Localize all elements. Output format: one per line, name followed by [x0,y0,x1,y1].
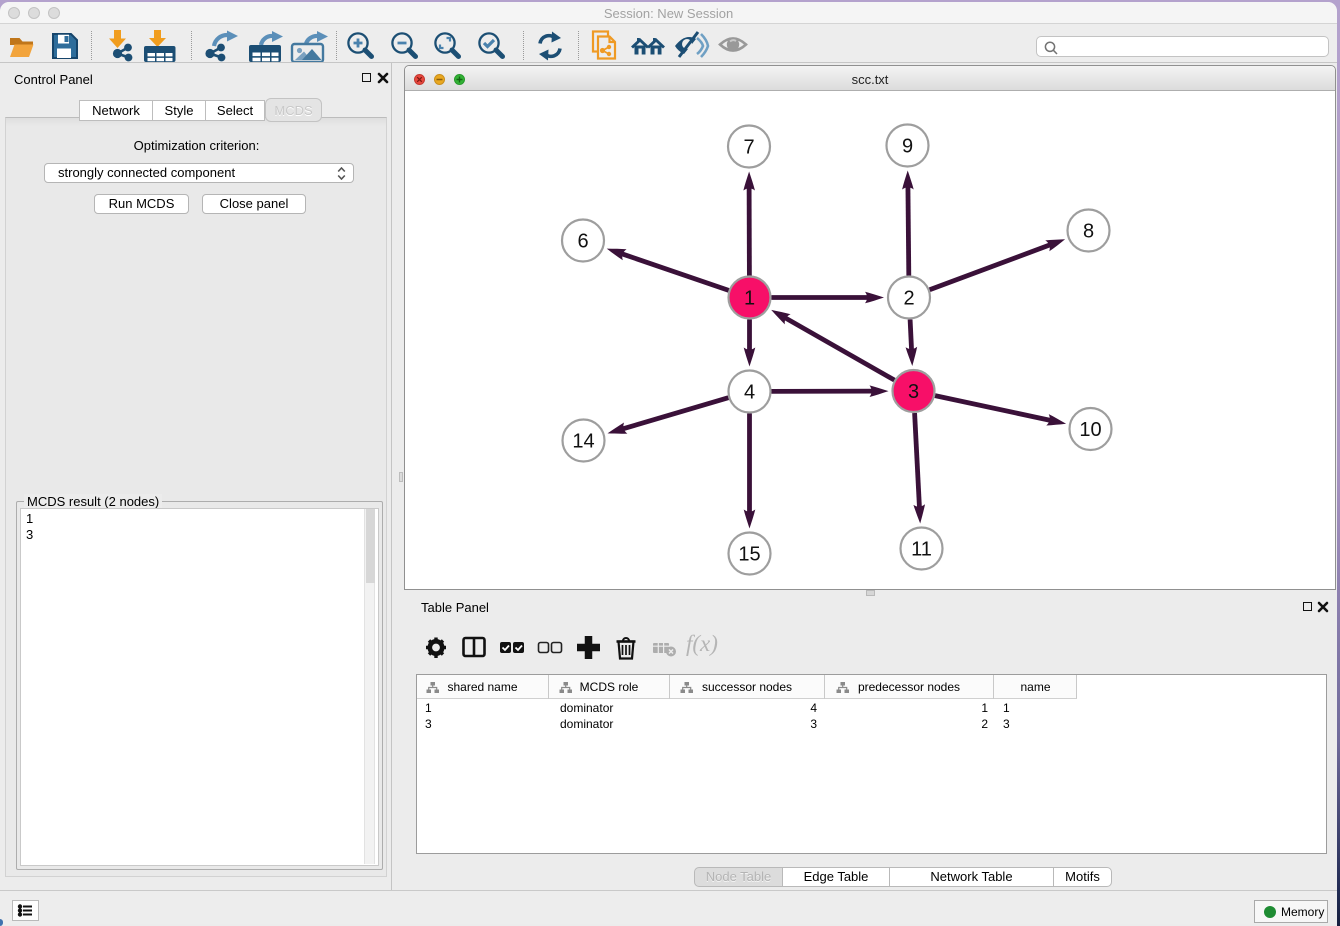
svg-text:1: 1 [744,288,755,310]
svg-text:15: 15 [738,544,760,566]
svg-text:14: 14 [572,431,594,453]
svg-text:9: 9 [902,136,913,158]
svg-text:6: 6 [577,231,588,253]
svg-text:11: 11 [911,539,932,561]
svg-text:4: 4 [744,382,755,404]
svg-text:8: 8 [1083,221,1094,243]
svg-text:10: 10 [1079,419,1101,441]
svg-text:3: 3 [908,381,919,403]
svg-text:7: 7 [743,137,754,159]
svg-text:2: 2 [903,288,914,310]
